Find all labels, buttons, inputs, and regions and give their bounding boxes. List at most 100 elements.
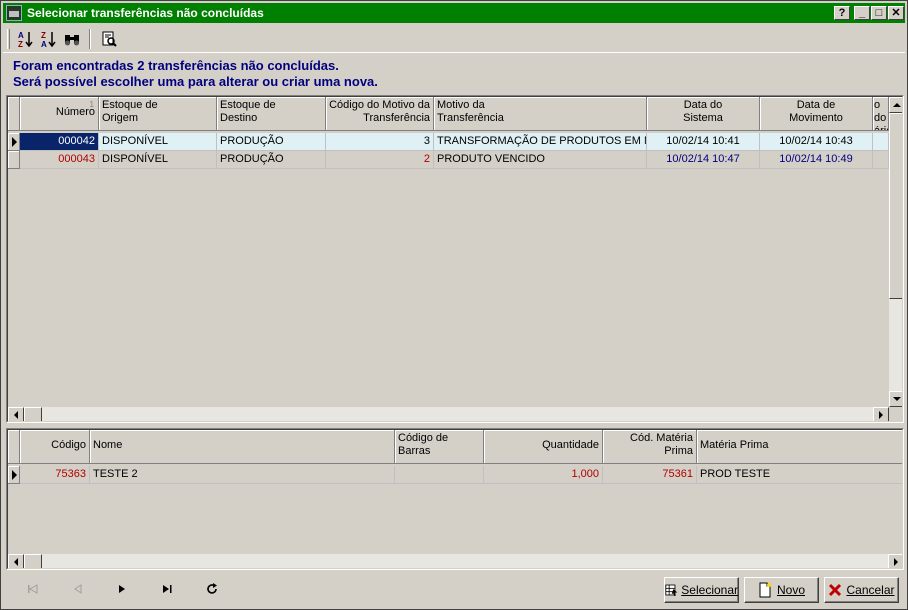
next-record-button[interactable] [110, 579, 134, 599]
header-nome[interactable]: Nome [90, 430, 395, 464]
scroll-thumb[interactable] [24, 554, 42, 568]
arrow-down-icon [893, 397, 901, 401]
header-codigo[interactable]: Código [20, 430, 90, 464]
scroll-right-button[interactable] [888, 554, 902, 568]
refresh-icon [207, 583, 217, 594]
header-codigo-barras[interactable]: Código de Barras [395, 430, 484, 464]
last-record-button[interactable] [155, 579, 179, 599]
cell-cod-materia-prima[interactable]: 75361 [603, 466, 697, 484]
header-estoque-origem[interactable]: Estoque de Origem [99, 97, 217, 131]
minimize-button[interactable]: _ [854, 6, 870, 20]
next-record-icon [119, 585, 125, 593]
grid-indicator-header [8, 430, 20, 464]
transfers-vertical-scrollbar[interactable] [889, 97, 902, 407]
svg-text:A: A [41, 40, 47, 48]
sort-ascending-icon[interactable]: AZ [14, 28, 37, 50]
novo-label: Novo [776, 583, 805, 597]
arrow-left-icon [14, 411, 18, 419]
scroll-left-button[interactable] [8, 554, 24, 568]
header-numero[interactable]: 1 Número [20, 97, 99, 131]
cell-estoque-origem[interactable]: DISPONÍVEL [99, 133, 217, 151]
info-message: Foram encontradas 2 transferências não c… [13, 58, 378, 90]
cell-data-sistema[interactable]: 10/02/14 10:47 [647, 151, 760, 169]
transfer-selection-window: Selecionar transferências não concluídas… [0, 0, 908, 610]
header-data-movimento[interactable]: Data de Movimento [760, 97, 873, 131]
cell-numero[interactable]: 000043 [20, 151, 99, 169]
header-codigo-motivo[interactable]: Código do Motivo da Transferência [326, 97, 434, 131]
novo-button[interactable]: Novo [744, 577, 819, 603]
grid-indicator-header [8, 97, 20, 131]
row-pointer-icon [12, 137, 17, 147]
cell-data-movimento[interactable]: 10/02/14 10:49 [760, 151, 873, 169]
scroll-left-button[interactable] [8, 407, 24, 421]
cell-nome[interactable]: TESTE 2 [90, 466, 395, 484]
header-usuario[interactable]: o do ário [873, 97, 889, 131]
cell-numero[interactable]: 000042 [20, 133, 99, 151]
help-button[interactable]: ? [834, 6, 850, 20]
arrow-right-icon [894, 558, 898, 566]
transfers-horizontal-scrollbar[interactable] [8, 407, 889, 421]
scroll-up-button[interactable] [889, 97, 902, 113]
first-record-icon [28, 584, 38, 594]
refresh-button[interactable] [200, 579, 224, 599]
prior-record-icon [74, 584, 82, 594]
window-title: Selecionar transferências não concluídas [27, 6, 264, 20]
table-row[interactable]: 000042 DISPONÍVEL PRODUÇÃO 3 TRANSFORMAÇ… [8, 133, 889, 151]
table-row[interactable]: 75363 TESTE 2 1,000 75361 PROD TESTE [8, 466, 902, 484]
cell-motivo[interactable]: TRANSFORMAÇÃO DE PRODUTOS EM M [434, 133, 647, 151]
current-row-indicator [8, 466, 20, 484]
message-line-1: Foram encontradas 2 transferências não c… [13, 58, 339, 73]
scroll-thumb[interactable] [889, 113, 902, 299]
cell-codigo-barras[interactable] [395, 466, 484, 484]
transfers-grid[interactable]: 1 Número Estoque de Origem Estoque de De… [6, 95, 904, 423]
cancelar-label: Cancelar [846, 583, 895, 597]
cell-motivo[interactable]: PRODUTO VENCIDO [434, 151, 647, 169]
items-horizontal-scrollbar[interactable] [8, 554, 902, 568]
maximize-button[interactable]: □ [871, 6, 887, 20]
items-grid[interactable]: Código Nome Código de Barras Quantidade … [6, 428, 904, 570]
header-quantidade[interactable]: Quantidade [484, 430, 603, 464]
cell-data-sistema[interactable]: 10/02/14 10:41 [647, 133, 760, 151]
first-record-button[interactable] [21, 579, 45, 599]
cell-codigo-motivo[interactable]: 2 [326, 151, 434, 169]
select-grid-icon [665, 584, 678, 596]
scroll-corner [889, 407, 902, 421]
header-motivo[interactable]: Motivo da Transferência [434, 97, 647, 131]
cell-estoque-destino[interactable]: PRODUÇÃO [217, 133, 326, 151]
cell-estoque-origem[interactable]: DISPONÍVEL [99, 151, 217, 169]
svg-text:Z: Z [41, 31, 46, 40]
cell-data-movimento[interactable]: 10/02/14 10:43 [760, 133, 873, 151]
prior-record-button[interactable] [66, 579, 90, 599]
table-row[interactable]: 000043 DISPONÍVEL PRODUÇÃO 2 PRODUTO VEN… [8, 151, 889, 169]
toolbar-grip [7, 28, 10, 49]
message-line-2: Será possível escolher uma para alterar … [13, 74, 378, 89]
binoculars-icon[interactable] [60, 28, 83, 50]
arrow-left-icon [14, 558, 18, 566]
header-cod-materia-prima[interactable]: Cód. Matéria Prima [603, 430, 697, 464]
arrow-right-icon [879, 411, 883, 419]
scroll-down-button[interactable] [889, 391, 902, 407]
row-indicator [8, 151, 20, 169]
header-estoque-destino[interactable]: Estoque de Destino [217, 97, 326, 131]
cancel-x-icon [829, 583, 842, 597]
svg-text:Z: Z [18, 40, 23, 48]
cell-usuario[interactable] [873, 133, 889, 151]
cell-materia-prima[interactable]: PROD TESTE [697, 466, 902, 484]
cell-estoque-destino[interactable]: PRODUÇÃO [217, 151, 326, 169]
app-icon [6, 5, 22, 21]
cancelar-button[interactable]: Cancelar [824, 577, 899, 603]
selecionar-button[interactable]: Selecionar [664, 577, 739, 603]
sort-descending-icon[interactable]: ZA [37, 28, 60, 50]
current-row-indicator [8, 133, 20, 151]
scroll-thumb[interactable] [24, 407, 42, 421]
header-data-sistema[interactable]: Data do Sistema [647, 97, 760, 131]
header-materia-prima[interactable]: Matéria Prima [697, 430, 902, 464]
cell-codigo-motivo[interactable]: 3 [326, 133, 434, 151]
cell-quantidade[interactable]: 1,000 [484, 466, 603, 484]
close-button[interactable]: ✕ [888, 6, 904, 20]
title-bar: Selecionar transferências não concluídas… [3, 3, 905, 23]
cell-usuario[interactable] [873, 151, 889, 169]
print-preview-icon[interactable] [97, 28, 120, 50]
cell-codigo[interactable]: 75363 [20, 466, 90, 484]
scroll-right-button[interactable] [873, 407, 889, 421]
